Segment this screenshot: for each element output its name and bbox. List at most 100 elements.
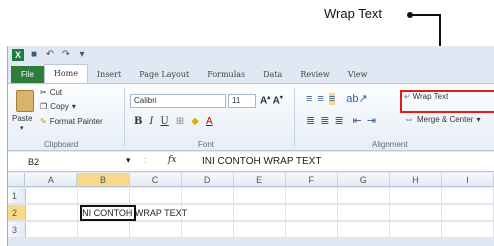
cell[interactable] <box>234 222 286 237</box>
cell[interactable] <box>390 222 442 237</box>
cell[interactable] <box>130 205 182 220</box>
ribbon-tabs: File Home Insert Page Layout Formulas Da… <box>8 64 494 83</box>
row-header-2[interactable]: 2 <box>8 205 26 220</box>
copy-button[interactable]: ❐ Copy ▾ <box>40 102 76 111</box>
column-header-a[interactable]: A <box>25 173 78 186</box>
cell[interactable] <box>182 205 234 220</box>
cell[interactable] <box>286 222 338 237</box>
cell[interactable] <box>26 188 78 203</box>
cell[interactable] <box>390 188 442 203</box>
callout-label: Wrap Text <box>324 6 383 21</box>
column-header-g[interactable]: G <box>338 173 390 186</box>
cut-button[interactable]: ✂ Cut <box>40 88 62 97</box>
decrease-indent-icon[interactable]: ⇤ <box>353 114 362 127</box>
tab-formulas[interactable]: Formulas <box>198 66 254 83</box>
cell[interactable] <box>234 188 286 203</box>
cell[interactable] <box>130 222 182 237</box>
fill-color-icon[interactable]: ◆ <box>191 116 199 127</box>
tab-data[interactable]: Data <box>254 66 291 83</box>
cell[interactable] <box>286 188 338 203</box>
cell[interactable] <box>130 188 182 203</box>
grow-font-button[interactable]: A▴ A▾ <box>260 94 283 106</box>
cell[interactable] <box>182 188 234 203</box>
alignment-group-label: Alignment <box>372 140 408 149</box>
bold-icon[interactable]: B <box>134 116 142 127</box>
select-all-corner[interactable] <box>8 173 26 186</box>
fx-icon[interactable]: fx <box>168 155 176 165</box>
excel-logo-icon: X <box>12 49 24 61</box>
cell[interactable] <box>442 188 494 203</box>
tab-insert[interactable]: Insert <box>88 66 130 83</box>
align-right-icon[interactable]: ≣ <box>334 114 343 127</box>
row-header-3[interactable]: 3 <box>8 222 26 237</box>
tab-home[interactable]: Home <box>43 64 89 83</box>
cell[interactable] <box>182 222 234 237</box>
vertical-align-row: ≡ ≡ ≡ ab↗ <box>306 92 368 105</box>
column-header-c[interactable]: C <box>130 173 182 186</box>
name-box[interactable]: B2 <box>28 155 108 169</box>
cell[interactable] <box>390 205 442 220</box>
column-header-b[interactable]: B <box>77 173 130 186</box>
cell[interactable] <box>338 222 390 237</box>
save-icon[interactable]: ■ <box>28 49 40 61</box>
merge-dropdown-icon: ▾ <box>476 115 481 124</box>
font-size-select[interactable]: 11 <box>228 94 256 108</box>
cell[interactable] <box>338 205 390 220</box>
cell[interactable] <box>234 205 286 220</box>
quick-access-toolbar: X ■ ↶ ↷ ▾ <box>8 46 494 64</box>
tab-file[interactable]: File <box>11 66 44 83</box>
cut-label: Cut <box>49 88 63 97</box>
column-header-h[interactable]: H <box>390 173 442 186</box>
format-painter-label: Format Painter <box>49 117 103 126</box>
align-left-icon[interactable]: ≣ <box>306 114 315 127</box>
customize-toolbar-icon[interactable]: ▾ <box>76 49 88 61</box>
column-header-f[interactable]: F <box>286 173 338 186</box>
merge-center-label: Merge & Center <box>417 115 474 124</box>
italic-icon[interactable]: I <box>149 116 153 127</box>
name-box-dropdown-icon[interactable]: ▾ <box>126 155 131 166</box>
tab-review[interactable]: Review <box>291 66 338 83</box>
merge-center-button[interactable]: ⇔ Merge & Center ▾ <box>404 114 480 125</box>
align-top-icon[interactable]: ≡ <box>306 93 312 105</box>
formula-input[interactable]: INI CONTOH WRAP TEXT <box>202 155 321 169</box>
orientation-icon[interactable]: ab↗ <box>346 92 367 105</box>
borders-icon[interactable]: ⊞ <box>176 116 184 127</box>
format-painter-button[interactable]: ✎ Format Painter <box>40 117 103 126</box>
font-color-icon[interactable]: A <box>206 116 213 127</box>
cell[interactable] <box>286 205 338 220</box>
copy-dropdown-icon: ▾ <box>71 102 76 111</box>
cell[interactable] <box>78 222 130 237</box>
cell[interactable] <box>442 205 494 220</box>
tab-view[interactable]: View <box>339 66 377 83</box>
tab-page-layout[interactable]: Page Layout <box>130 66 198 83</box>
font-name-select[interactable]: Calibri <box>130 94 226 108</box>
group-separator <box>294 88 295 146</box>
column-header-i[interactable]: I <box>442 173 494 186</box>
formula-divider-icon: : <box>144 155 147 165</box>
cell[interactable] <box>26 205 78 220</box>
increase-indent-icon[interactable]: ⇥ <box>367 114 376 127</box>
clipboard-group-label: Clipboard <box>44 140 79 149</box>
align-bottom-icon[interactable]: ≡ <box>328 92 336 105</box>
column-headers: A B C D E F G H I <box>8 173 494 187</box>
align-middle-icon[interactable]: ≡ <box>317 93 323 105</box>
underline-icon[interactable]: U <box>160 116 168 127</box>
align-center-icon[interactable]: ≣ <box>320 114 329 127</box>
font-format-row: B I U ⊞ ◆ A <box>134 116 213 127</box>
paste-button[interactable]: Paste <box>12 114 32 123</box>
merge-center-icon: ⇔ <box>404 114 414 125</box>
row-header-1[interactable]: 1 <box>8 188 26 203</box>
paste-icon[interactable] <box>16 90 34 112</box>
redo-icon[interactable]: ↷ <box>60 49 72 61</box>
copy-icon: ❐ <box>40 102 48 111</box>
undo-icon[interactable]: ↶ <box>44 49 56 61</box>
cell[interactable] <box>78 188 130 203</box>
cell[interactable] <box>26 222 78 237</box>
column-header-d[interactable]: D <box>182 173 234 186</box>
cell[interactable] <box>442 222 494 237</box>
cell[interactable] <box>338 188 390 203</box>
grow-font-icon: A▴ A▾ <box>260 95 283 107</box>
paste-dropdown-icon[interactable]: ▾ <box>20 124 24 132</box>
column-header-e[interactable]: E <box>234 173 286 186</box>
table-row: 2 INI CONTOH WRAP TEXT <box>8 205 494 221</box>
